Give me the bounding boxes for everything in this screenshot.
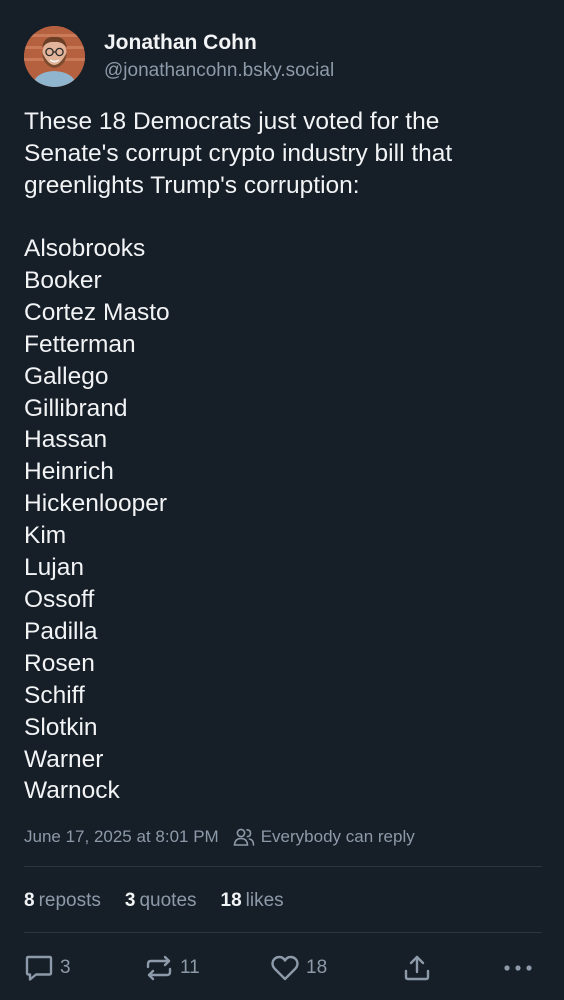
list-item: Gallego: [24, 362, 109, 390]
reply-setting-label: Everybody can reply: [260, 827, 415, 846]
share-button[interactable]: [402, 952, 432, 984]
post-header: Jonathan Cohn @jonathancohn.bsky.social: [24, 24, 540, 88]
reply-count: 3: [60, 957, 71, 978]
list-item: Padilla: [24, 617, 98, 645]
more-options-button[interactable]: [502, 952, 534, 984]
list-item: Kim: [24, 522, 67, 550]
list-item: Schiff: [24, 681, 85, 709]
share-upload-icon: [404, 955, 430, 981]
list-item: Gillibrand: [24, 394, 128, 422]
list-item: Booker: [24, 266, 102, 294]
list-item: Slotkin: [24, 713, 98, 741]
post-thread-view: Jonathan Cohn @jonathancohn.bsky.social …: [0, 0, 564, 1000]
list-item: Heinrich: [24, 458, 114, 486]
author-info: Jonathan Cohn @jonathancohn.bsky.social: [104, 29, 334, 84]
quotes-stat[interactable]: 3 quotes: [125, 890, 197, 912]
repost-button[interactable]: 11: [144, 952, 200, 984]
post-actions: 3 11 18: [24, 952, 540, 984]
list-item: Warnock: [24, 777, 120, 805]
list-item: Ossoff: [24, 585, 95, 613]
list-item: Cortez Masto: [24, 298, 170, 326]
senator-name-list: Alsobrooks Booker Cortez Masto Fetterman…: [24, 233, 170, 807]
author-handle[interactable]: @jonathancohn.bsky.social: [104, 58, 334, 84]
divider: [24, 866, 542, 867]
list-item: Alsobrooks: [24, 235, 146, 262]
post-intro-text: These 18 Democrats just voted for the Se…: [24, 108, 453, 199]
like-button[interactable]: 18: [270, 952, 327, 984]
divider: [24, 932, 542, 933]
list-item: Fetterman: [24, 330, 136, 358]
people-icon: [233, 828, 255, 846]
reposts-stat[interactable]: 8 reposts: [24, 890, 101, 912]
list-item: Hickenlooper: [24, 490, 167, 518]
repost-count: 11: [180, 957, 200, 978]
speech-bubble-icon: [25, 955, 53, 981]
list-item: Rosen: [24, 649, 95, 677]
list-item: Lujan: [24, 554, 84, 582]
like-count: 18: [306, 957, 328, 978]
post-timestamp[interactable]: June 17, 2025 at 8:01 PM: [24, 827, 219, 847]
likes-stat[interactable]: 18 likes: [221, 890, 284, 912]
list-item: Hassan: [24, 426, 108, 454]
reply-button[interactable]: 3: [24, 952, 71, 984]
engagement-stats: 8 reposts 3 quotes 18 likes: [24, 886, 540, 916]
author-avatar[interactable]: [24, 25, 85, 87]
reply-setting[interactable]: Everybody can reply: [233, 827, 415, 847]
list-item: Warner: [24, 745, 104, 773]
post-meta: June 17, 2025 at 8:01 PM Everybody can r…: [24, 824, 540, 850]
heart-icon: [271, 955, 299, 981]
author-display-name[interactable]: Jonathan Cohn: [104, 29, 334, 57]
ellipsis-icon: [504, 965, 532, 971]
repost-arrows-icon: [146, 955, 172, 981]
